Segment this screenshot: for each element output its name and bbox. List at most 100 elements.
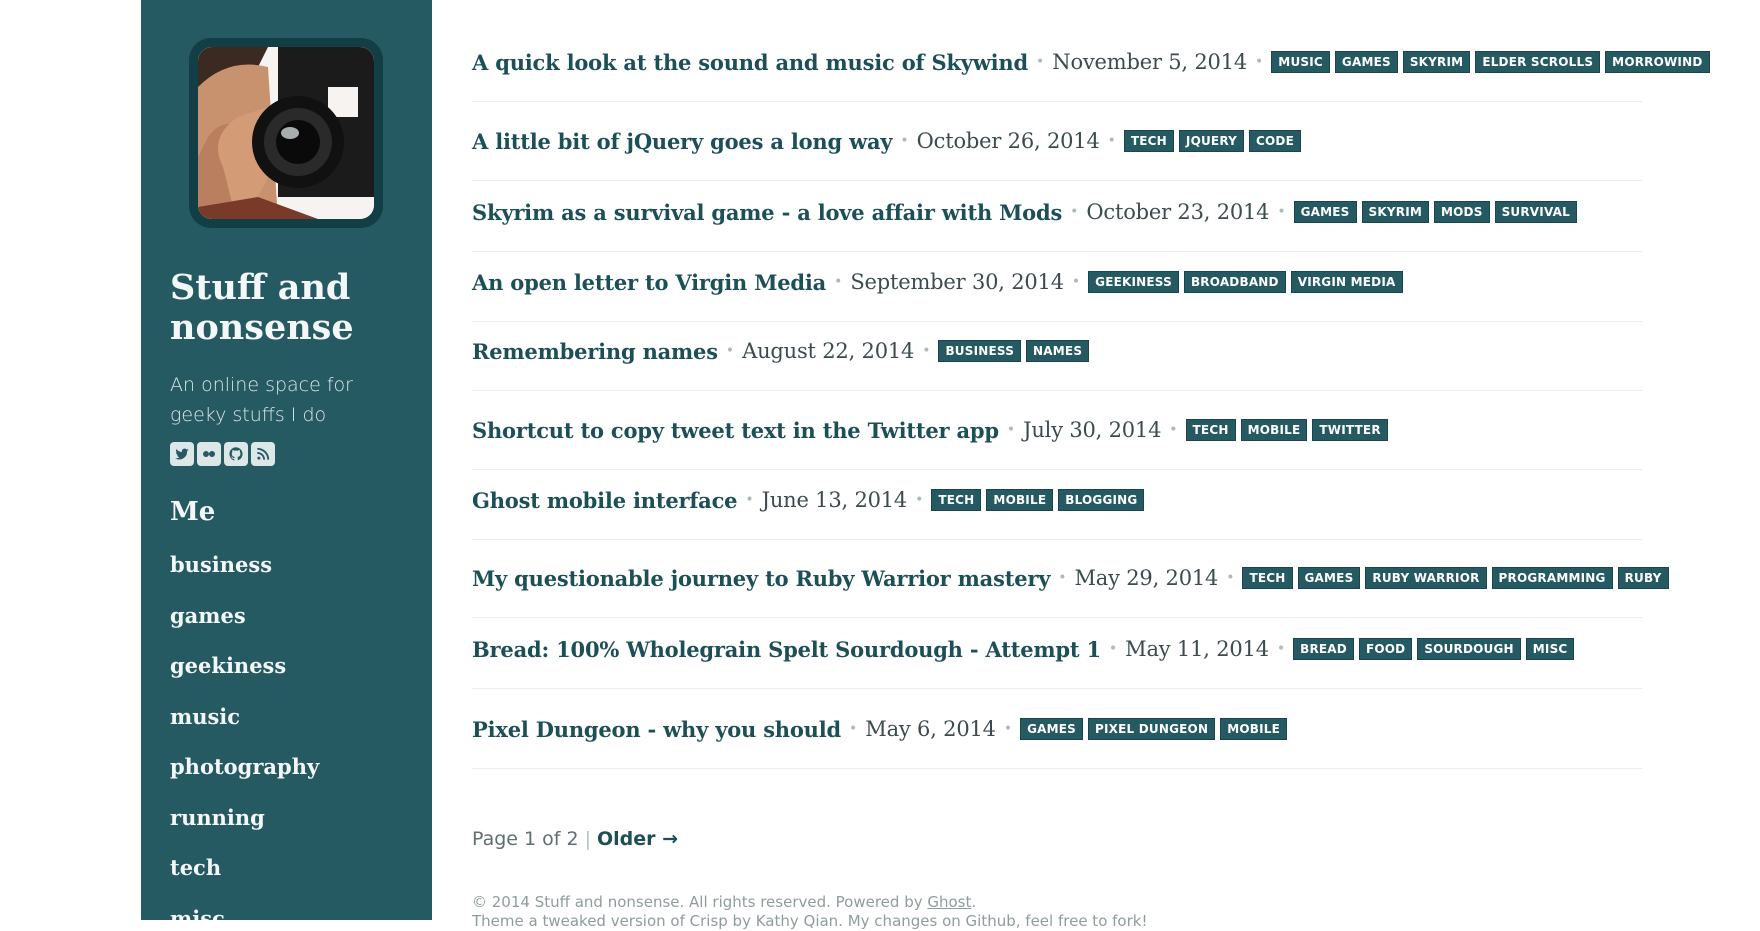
tag-badge[interactable]: GAMES — [1297, 567, 1361, 589]
tag-badge[interactable]: ELDER SCROLLS — [1475, 51, 1601, 73]
tag-badge[interactable]: NAMES — [1026, 340, 1090, 362]
post-tags: BREAD FOOD SOURDOUGH MISC — [1293, 638, 1575, 660]
post-title-link[interactable]: Ghost mobile interface — [472, 488, 738, 513]
post-title-link[interactable]: Pixel Dungeon - why you should — [472, 717, 841, 742]
tag-badge[interactable]: RUBY — [1617, 567, 1669, 589]
tag-badge[interactable]: MOBILE — [986, 489, 1054, 511]
post-title-link[interactable]: My questionable journey to Ruby Warrior … — [472, 566, 1050, 591]
tag-badge[interactable]: MODS — [1434, 201, 1490, 223]
tag-badge[interactable]: BUSINESS — [938, 340, 1022, 362]
meta-separator: • — [1169, 422, 1178, 438]
tag-badge[interactable]: MORROWIND — [1605, 51, 1710, 73]
post-tags: GAMES SKYRIM MODS SURVIVAL — [1293, 201, 1577, 223]
post-title-link[interactable]: An open letter to Virgin Media — [472, 270, 826, 295]
post-tags: BUSINESS NAMES — [938, 340, 1090, 362]
tag-badge[interactable]: SKYRIM — [1361, 201, 1430, 223]
meta-separator: • — [849, 721, 858, 737]
meta-separator: • — [745, 492, 754, 508]
tag-badge[interactable]: BLOGGING — [1058, 489, 1145, 511]
tag-badge[interactable]: BREAD — [1293, 638, 1354, 660]
meta-separator: • — [1226, 570, 1235, 586]
tag-badge[interactable]: BROADBAND — [1183, 271, 1286, 293]
tag-badge[interactable]: MUSIC — [1271, 51, 1330, 73]
tag-badge[interactable]: PROGRAMMING — [1491, 567, 1613, 589]
post-title-link[interactable]: Bread: 100% Wholegrain Spelt Sourdough -… — [472, 637, 1101, 662]
post-row: My questionable journey to Ruby Warrior … — [472, 539, 1669, 618]
twitter-icon[interactable] — [170, 442, 194, 466]
rss-icon[interactable] — [251, 442, 275, 466]
meta-separator: • — [1107, 133, 1116, 149]
category-nav: business games geekiness music photograp… — [170, 552, 319, 920]
post-date: June 13, 2014 — [761, 488, 908, 512]
github-icon[interactable] — [224, 442, 248, 466]
tag-badge[interactable]: MOBILE — [1240, 419, 1308, 441]
avatar-photo — [198, 47, 374, 219]
site-title[interactable]: Stuff and nonsense — [170, 268, 410, 348]
copyright-suffix: . — [971, 893, 977, 911]
post-tags: TECH GAMES RUBY WARRIOR PROGRAMMING RUBY — [1242, 567, 1669, 589]
nav-item-misc[interactable]: misc — [170, 906, 319, 921]
tag-badge[interactable]: JQUERY — [1178, 130, 1245, 152]
meta-separator: • — [1070, 204, 1079, 220]
post-tags: TECH JQUERY CODE — [1123, 130, 1301, 152]
tag-badge[interactable]: TWITTER — [1312, 419, 1388, 441]
tag-badge[interactable]: GAMES — [1334, 51, 1398, 73]
tag-badge[interactable]: TECH — [1185, 419, 1236, 441]
meta-separator: • — [1071, 274, 1081, 290]
post-row: A little bit of jQuery goes a long way • O… — [472, 102, 1642, 181]
post-date: October 23, 2014 — [1086, 200, 1270, 224]
post-date: November 5, 2014 — [1052, 50, 1248, 74]
older-posts-link[interactable]: Older → — [597, 828, 678, 850]
post-date: May 29, 2014 — [1074, 566, 1219, 590]
tag-badge[interactable]: TECH — [1123, 130, 1174, 152]
meta-separator: • — [1058, 570, 1067, 586]
meta-separator: • — [1277, 204, 1286, 220]
nav-item-running[interactable]: running — [170, 805, 319, 856]
post-row: An open letter to Virgin Media • September… — [472, 243, 1642, 322]
nav-item-games[interactable]: games — [170, 603, 319, 654]
avatar[interactable] — [189, 38, 383, 228]
meta-separator: • — [725, 343, 735, 359]
tag-badge[interactable]: GAMES — [1020, 718, 1084, 740]
pagination-separator: | — [584, 828, 592, 850]
tag-badge[interactable]: PIXEL DUNGEON — [1088, 718, 1216, 740]
post-title-link[interactable]: Shortcut to copy tweet text in the Twitt… — [472, 418, 999, 443]
post-title-link[interactable]: A little bit of jQuery goes a long way — [472, 129, 893, 154]
post-tags: GEEKINESS BROADBAND VIRGIN MEDIA — [1088, 271, 1403, 293]
tag-badge[interactable]: SOURDOUGH — [1417, 638, 1521, 660]
social-links — [170, 442, 275, 466]
meta-separator: • — [1036, 54, 1045, 70]
nav-item-music[interactable]: music — [170, 704, 319, 755]
sidebar: Stuff and nonsense An online space for g… — [141, 0, 432, 920]
ghost-link[interactable]: Ghost — [927, 893, 971, 911]
post-date: May 11, 2014 — [1125, 637, 1269, 661]
post-title-link[interactable]: A quick look at the sound and music of S… — [472, 50, 1028, 75]
flickr-icon[interactable] — [197, 442, 221, 466]
post-title-link[interactable]: Remembering names — [472, 339, 718, 364]
tag-badge[interactable]: CODE — [1249, 130, 1301, 152]
tag-badge[interactable]: VIRGIN MEDIA — [1290, 271, 1403, 293]
page-indicator: Page 1 of 2 — [472, 828, 579, 850]
nav-item-photography[interactable]: photography — [170, 754, 319, 805]
meta-separator: • — [1255, 54, 1264, 70]
meta-separator: • — [1006, 422, 1016, 438]
tag-badge[interactable]: SURVIVAL — [1494, 201, 1577, 223]
tag-badge[interactable]: GEEKINESS — [1088, 271, 1179, 293]
tag-badge[interactable]: SKYRIM — [1402, 51, 1471, 73]
post-row: Skyrim as a survival game - a love affai… — [472, 173, 1642, 252]
tag-badge[interactable]: MOBILE — [1220, 718, 1288, 740]
pagination: Page 1 of 2 | Older → — [472, 828, 678, 850]
theme-credit: Theme a tweaked version of Crisp by Kath… — [472, 912, 1148, 930]
nav-item-geekiness[interactable]: geekiness — [170, 653, 319, 704]
nav-item-business[interactable]: business — [170, 552, 319, 603]
tag-badge[interactable]: MISC — [1525, 638, 1575, 660]
tag-badge[interactable]: TECH — [1242, 567, 1293, 589]
tag-badge[interactable]: FOOD — [1358, 638, 1413, 660]
post-title-link[interactable]: Skyrim as a survival game - a love affai… — [472, 200, 1062, 225]
tag-badge[interactable]: RUBY WARRIOR — [1365, 567, 1487, 589]
tag-badge[interactable]: GAMES — [1293, 201, 1357, 223]
tag-badge[interactable]: TECH — [931, 489, 982, 511]
post-row: Remembering names • August 22, 2014 • BUSINE… — [472, 312, 1642, 391]
post-tags: GAMES PIXEL DUNGEON MOBILE — [1020, 718, 1288, 740]
nav-item-tech[interactable]: tech — [170, 855, 319, 906]
